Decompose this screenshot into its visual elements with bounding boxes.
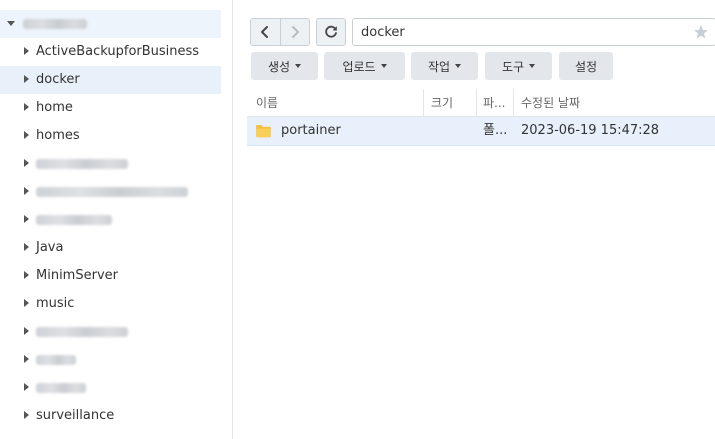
settings-button[interactable]: 설정 <box>559 52 613 80</box>
caret-down-icon <box>529 64 536 68</box>
file-list-pane: 생성 업로드 작업 도구 설정 이름 크기 파... 수정된 날짜 <box>233 0 715 439</box>
file-modified-cell: 2023-06-19 15:47:28 <box>521 123 660 138</box>
column-header-modified[interactable]: 수정된 날짜 <box>521 89 711 117</box>
tree-item-label: home <box>36 100 73 115</box>
expand-arrow-icon[interactable] <box>24 383 29 391</box>
file-size-cell <box>431 117 471 145</box>
path-bar <box>352 18 715 46</box>
expand-arrow-icon[interactable] <box>24 271 29 279</box>
redacted-folder-name <box>36 187 188 197</box>
expand-arrow-icon[interactable] <box>24 411 29 419</box>
refresh-icon <box>325 25 337 38</box>
tree-item-activebackup[interactable]: ActiveBackupforBusiness <box>0 38 221 66</box>
redacted-folder-name <box>36 215 112 225</box>
redacted-folder-name <box>36 383 86 393</box>
caret-down-icon <box>380 64 387 68</box>
expand-arrow-icon[interactable] <box>24 327 29 335</box>
upload-button-label: 업로드 <box>342 59 376 74</box>
column-header-type[interactable]: 파... <box>483 89 509 117</box>
file-table-header: 이름 크기 파... 수정된 날짜 <box>247 89 715 117</box>
tree-item-label: music <box>36 296 75 311</box>
refresh-button[interactable] <box>316 18 346 46</box>
star-icon[interactable] <box>691 22 711 42</box>
chevron-right-icon <box>291 26 299 38</box>
tree-item-label: homes <box>36 128 80 143</box>
chevron-left-icon <box>261 26 269 38</box>
expand-arrow-icon[interactable] <box>24 299 29 307</box>
tree-item-label: docker <box>36 72 80 87</box>
tree-item-redacted[interactable] <box>0 206 221 234</box>
expand-arrow-icon[interactable] <box>24 187 29 195</box>
expand-arrow-icon[interactable] <box>24 159 29 167</box>
tree-item-redacted[interactable] <box>0 318 221 346</box>
path-input[interactable] <box>361 23 671 41</box>
folder-tree-sidebar: ActiveBackupforBusiness docker home home… <box>0 0 233 439</box>
action-button[interactable]: 작업 <box>411 52 478 80</box>
create-button-label: 생성 <box>267 59 291 74</box>
caret-down-icon <box>455 64 462 68</box>
column-resize-handle[interactable] <box>423 89 424 117</box>
file-station-window: ActiveBackupforBusiness docker home home… <box>0 0 715 439</box>
redacted-folder-name <box>36 327 128 337</box>
tree-item-label: surveillance <box>36 408 115 423</box>
redacted-folder-name <box>36 355 76 365</box>
file-type-cell: 폴... <box>483 123 508 138</box>
expand-arrow-icon[interactable] <box>24 47 29 55</box>
tools-button-label: 도구 <box>501 59 525 74</box>
tree-item-java[interactable]: Java <box>0 234 221 262</box>
forward-button[interactable] <box>279 19 309 45</box>
settings-button-label: 설정 <box>574 59 598 74</box>
caret-down-icon <box>295 64 302 68</box>
tree-item-minimserver[interactable]: MinimServer <box>0 262 221 290</box>
expand-arrow-icon[interactable] <box>24 243 29 251</box>
folder-icon <box>256 125 271 138</box>
upload-button[interactable]: 업로드 <box>324 52 405 80</box>
expand-arrow-icon[interactable] <box>24 103 29 111</box>
tree-item-home[interactable]: home <box>0 94 221 122</box>
history-nav-group <box>250 18 310 46</box>
redacted-folder-name <box>36 159 128 169</box>
expand-arrow-icon[interactable] <box>24 355 29 363</box>
tree-item-homes[interactable]: homes <box>0 122 221 150</box>
column-resize-handle[interactable] <box>513 89 514 117</box>
tools-button[interactable]: 도구 <box>485 52 552 80</box>
create-button[interactable]: 생성 <box>251 52 318 80</box>
tree-item-redacted[interactable] <box>0 346 221 374</box>
redacted-server-name <box>23 19 87 29</box>
expand-arrow-icon[interactable] <box>24 131 29 139</box>
tree-item-music[interactable]: music <box>0 290 221 318</box>
tree-item-redacted[interactable] <box>0 150 221 178</box>
tree-item-label: ActiveBackupforBusiness <box>36 44 200 59</box>
column-header-name[interactable]: 이름 <box>256 89 416 117</box>
action-button-label: 작업 <box>427 59 451 74</box>
tree-item-surveillance[interactable]: surveillance <box>0 402 221 430</box>
back-button[interactable] <box>251 19 280 45</box>
tree-item-redacted[interactable] <box>0 374 221 402</box>
tree-item-redacted[interactable] <box>0 178 221 206</box>
tree-item-label: MinimServer <box>36 268 118 283</box>
expand-arrow-icon[interactable] <box>24 215 29 223</box>
tree-item-docker[interactable]: docker <box>0 66 221 94</box>
expand-arrow-icon[interactable] <box>24 75 29 83</box>
column-resize-handle[interactable] <box>476 89 477 117</box>
collapse-arrow-icon[interactable] <box>7 21 15 26</box>
tree-root-node[interactable] <box>0 10 221 38</box>
column-header-size[interactable]: 크기 <box>431 89 471 117</box>
tree-item-label: Java <box>36 240 64 255</box>
file-name-cell: portainer <box>281 123 341 138</box>
table-row[interactable]: portainer 폴... 2023-06-19 15:47:28 <box>247 117 715 146</box>
